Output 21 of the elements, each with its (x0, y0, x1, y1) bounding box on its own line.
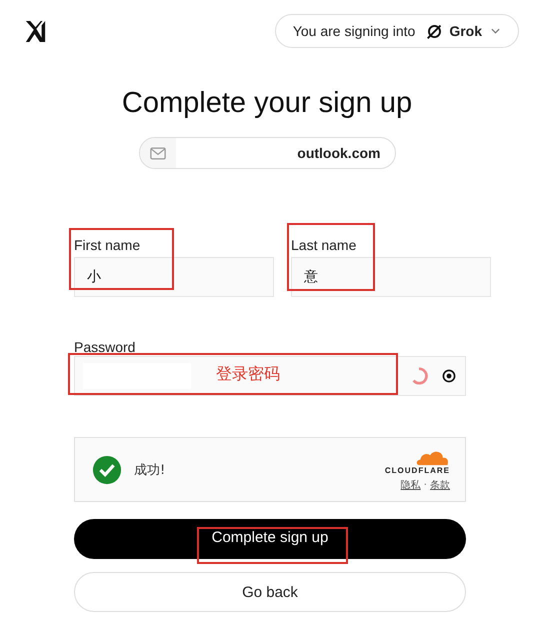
brand-name: CLOUDFLARE (384, 466, 450, 474)
go-back-button[interactable]: Go back (74, 572, 466, 612)
footer-link[interactable]: 条款 (430, 478, 450, 492)
text-field[interactable]: 小 (74, 257, 274, 297)
field-label: Password (74, 339, 136, 355)
link-separator: · (424, 479, 427, 490)
slashed-circle-icon (426, 22, 444, 40)
logo-icon[interactable] (25, 20, 46, 42)
field-label: Last name (291, 237, 358, 255)
envelope-icon (150, 146, 166, 160)
eye-icon[interactable] (441, 368, 457, 384)
captcha-status: 成功! (134, 462, 166, 478)
chevron-down-icon (491, 28, 500, 34)
app-switcher-button[interactable]: You are signing into Grok (274, 14, 519, 48)
text-field[interactable]: 意 (291, 257, 491, 297)
annotation-label: 登录密码 (216, 364, 280, 384)
footer-link[interactable]: 隐私 (400, 478, 421, 492)
field-label: First name (74, 237, 142, 255)
email-address: outlook.com (297, 145, 380, 161)
password-field[interactable] (74, 356, 466, 396)
page-title: Complete your sign up (120, 87, 414, 120)
